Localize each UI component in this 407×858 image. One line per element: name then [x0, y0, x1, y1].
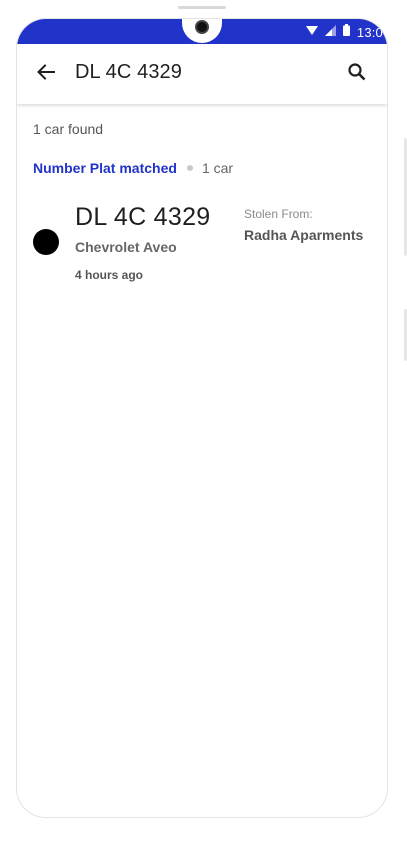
result-plate: DL 4C 4329 — [75, 203, 211, 231]
match-group-title: Number Plat matched — [33, 160, 177, 176]
separator-dot — [186, 165, 193, 171]
result-item[interactable]: DL 4C 4329 Chevrolet Aveo 4 hours ago St… — [17, 197, 387, 287]
result-model: Chevrolet Aveo — [75, 239, 177, 255]
arrow-back-icon — [37, 63, 55, 85]
result-time-ago: 4 hours ago — [75, 268, 144, 282]
earpiece-speaker — [178, 6, 226, 9]
status-icons: 13:0 — [305, 23, 383, 41]
status-bar: 13:0 — [17, 19, 387, 44]
stolen-from-location: Radha Aparments — [244, 227, 364, 243]
search-button[interactable] — [345, 62, 369, 86]
search-icon — [348, 62, 366, 86]
match-group-count: 1 car — [201, 160, 234, 176]
match-group-header: Number Plat matched 1 car — [33, 160, 233, 176]
page-title: DL 4C 4329 — [75, 61, 182, 83]
app-bar: DL 4C 4329 — [17, 44, 387, 104]
results-count: 1 car found — [33, 121, 104, 137]
phone-screen: 13:0 DL 4C 4329 1 car found Number Plat … — [16, 18, 388, 818]
wifi-icon — [305, 23, 318, 41]
battery-icon — [342, 23, 350, 41]
stolen-from-label: Stolen From: — [244, 207, 313, 221]
back-button[interactable] — [35, 63, 57, 85]
signal-icon — [324, 23, 336, 41]
front-camera — [195, 20, 209, 34]
car-color-dot — [33, 229, 59, 255]
status-time: 13:0 — [356, 24, 383, 40]
